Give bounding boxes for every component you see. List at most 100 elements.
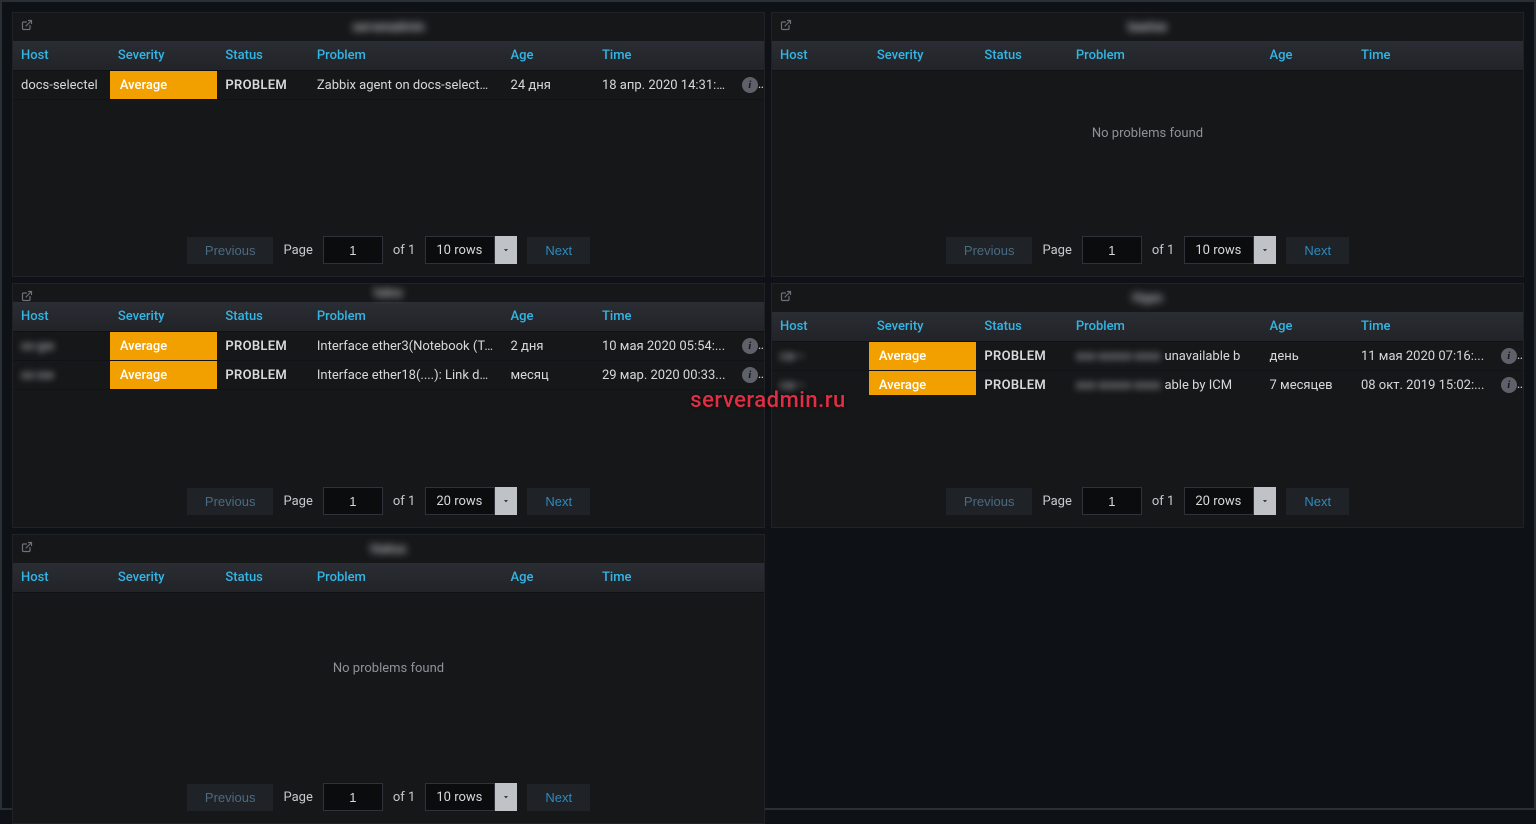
rows-select[interactable]: 10 rows — [425, 783, 517, 811]
col-header-status[interactable]: Status — [217, 302, 308, 332]
page-input[interactable] — [323, 487, 383, 515]
col-header-host[interactable]: Host — [772, 41, 869, 71]
panel-p2: baetxeHostSeverityStatusProblemAgeTimeNo… — [771, 12, 1524, 277]
col-header-time[interactable]: Time — [1353, 312, 1493, 342]
page-input[interactable] — [1082, 487, 1142, 515]
external-link-icon[interactable] — [780, 19, 792, 35]
next-button[interactable]: Next — [527, 784, 590, 811]
page-input[interactable] — [1082, 236, 1142, 264]
rows-select-value: 20 rows — [425, 487, 495, 515]
col-header-problem[interactable]: Problem — [1068, 41, 1262, 71]
cell-problem[interactable]: xxx-xxxxx-xxxxunavailable b — [1068, 342, 1262, 371]
chevron-down-icon[interactable] — [495, 236, 517, 264]
info-icon[interactable]: i — [1501, 348, 1517, 364]
cell-severity: Average — [869, 342, 977, 371]
panel-header: hdnx — [13, 284, 764, 302]
col-header-info — [734, 563, 764, 593]
info-icon[interactable]: i — [742, 77, 758, 93]
col-header-status[interactable]: Status — [976, 41, 1067, 71]
col-header-host[interactable]: Host — [13, 563, 110, 593]
col-header-time[interactable]: Time — [594, 563, 734, 593]
no-problems-message: No problems found — [772, 91, 1523, 177]
cell-problem[interactable]: Interface ether3(Notebook (Tabe — [309, 332, 503, 361]
col-header-age[interactable]: Age — [1262, 41, 1353, 71]
rows-select[interactable]: 20 rows — [425, 487, 517, 515]
chevron-down-icon[interactable] — [495, 487, 517, 515]
col-header-severity[interactable]: Severity — [110, 41, 218, 71]
col-header-status[interactable]: Status — [217, 41, 308, 71]
col-header-problem[interactable]: Problem — [309, 41, 503, 71]
col-header-severity[interactable]: Severity — [110, 302, 218, 332]
rows-select[interactable]: 10 rows — [425, 236, 517, 264]
cell-severity: Average — [110, 332, 218, 361]
chevron-down-icon[interactable] — [1254, 487, 1276, 515]
cell-problem[interactable]: Interface ether18(....): Link down — [309, 361, 503, 390]
cell-severity: Average — [110, 361, 218, 390]
cell-host[interactable]: ca--- — [772, 371, 869, 395]
cell-host[interactable]: ca--- — [772, 342, 869, 371]
previous-button[interactable]: Previous — [187, 488, 274, 515]
panel-p1: serveradmin HostSeverityStatusProblemAgeT… — [12, 12, 765, 277]
col-header-severity[interactable]: Severity — [869, 41, 977, 71]
next-button[interactable]: Next — [1286, 488, 1349, 515]
col-header-time[interactable]: Time — [594, 41, 734, 71]
cell-info: i — [1493, 342, 1523, 371]
panel-body: HostSeverityStatusProblemAgeTimexx-gwAve… — [13, 302, 764, 527]
cell-host[interactable]: docs-selectel — [13, 71, 110, 100]
col-header-time[interactable]: Time — [1353, 41, 1493, 71]
next-button[interactable]: Next — [527, 488, 590, 515]
table-row: xx-gwAveragePROBLEMInterface ether3(Note… — [13, 332, 764, 361]
page-input[interactable] — [323, 783, 383, 811]
col-header-host[interactable]: Host — [772, 312, 869, 342]
col-header-age[interactable]: Age — [503, 41, 594, 71]
col-header-problem[interactable]: Problem — [309, 302, 503, 332]
page-of-label: of 1 — [393, 790, 415, 805]
col-header-age[interactable]: Age — [503, 563, 594, 593]
rows-select[interactable]: 10 rows — [1184, 236, 1276, 264]
col-header-host[interactable]: Host — [13, 41, 110, 71]
external-link-icon[interactable] — [21, 290, 33, 306]
no-problems-message: No problems found — [13, 621, 764, 715]
col-header-problem[interactable]: Problem — [1068, 312, 1262, 342]
col-header-severity[interactable]: Severity — [110, 563, 218, 593]
col-header-severity[interactable]: Severity — [869, 312, 977, 342]
cell-problem[interactable]: xxx-xxxxx-xxxxable by ICM — [1068, 371, 1262, 395]
col-header-problem[interactable]: Problem — [309, 563, 503, 593]
chevron-down-icon[interactable] — [495, 783, 517, 811]
previous-button[interactable]: Previous — [946, 237, 1033, 264]
next-button[interactable]: Next — [1286, 237, 1349, 264]
previous-button[interactable]: Previous — [187, 237, 274, 264]
table-row: docs-selectelAveragePROBLEMZabbix agent … — [13, 71, 764, 100]
previous-button[interactable]: Previous — [946, 488, 1033, 515]
external-link-icon[interactable] — [21, 541, 33, 557]
panel-p5: hiatusHostSeverityStatusProblemAgeTimeNo… — [12, 534, 765, 824]
external-link-icon[interactable] — [780, 290, 792, 306]
col-header-info — [1493, 41, 1523, 71]
panel-title: serveradmin — [352, 20, 424, 35]
table-row: xx-swAveragePROBLEMInterface ether18(...… — [13, 361, 764, 390]
col-header-time[interactable]: Time — [594, 302, 734, 332]
rows-select-value: 10 rows — [1184, 236, 1254, 264]
info-icon[interactable]: i — [1501, 377, 1517, 393]
info-icon[interactable]: i — [742, 367, 758, 383]
col-header-host[interactable]: Host — [13, 302, 110, 332]
cell-host[interactable]: xx-gw — [13, 332, 110, 361]
cell-host[interactable]: xx-sw — [13, 361, 110, 390]
col-header-status[interactable]: Status — [217, 563, 308, 593]
info-icon[interactable]: i — [742, 338, 758, 354]
cell-problem[interactable]: Zabbix agent on docs-selectel is — [309, 71, 503, 100]
next-button[interactable]: Next — [527, 237, 590, 264]
page-input[interactable] — [323, 236, 383, 264]
problems-table: HostSeverityStatusProblemAgeTime ca---Ave… — [772, 312, 1523, 395]
col-header-age[interactable]: Age — [503, 302, 594, 332]
external-link-icon[interactable] — [21, 19, 33, 35]
panel-p3: hdnxHostSeverityStatusProblemAgeTimexx-g… — [12, 283, 765, 528]
problems-table: HostSeverityStatusProblemAgeTime — [772, 41, 1523, 71]
col-header-status[interactable]: Status — [976, 312, 1067, 342]
rows-select[interactable]: 20 rows — [1184, 487, 1276, 515]
chevron-down-icon[interactable] — [1254, 236, 1276, 264]
col-header-age[interactable]: Age — [1262, 312, 1353, 342]
page-label: Page — [283, 494, 312, 509]
cell-info: i — [734, 361, 764, 390]
previous-button[interactable]: Previous — [187, 784, 274, 811]
